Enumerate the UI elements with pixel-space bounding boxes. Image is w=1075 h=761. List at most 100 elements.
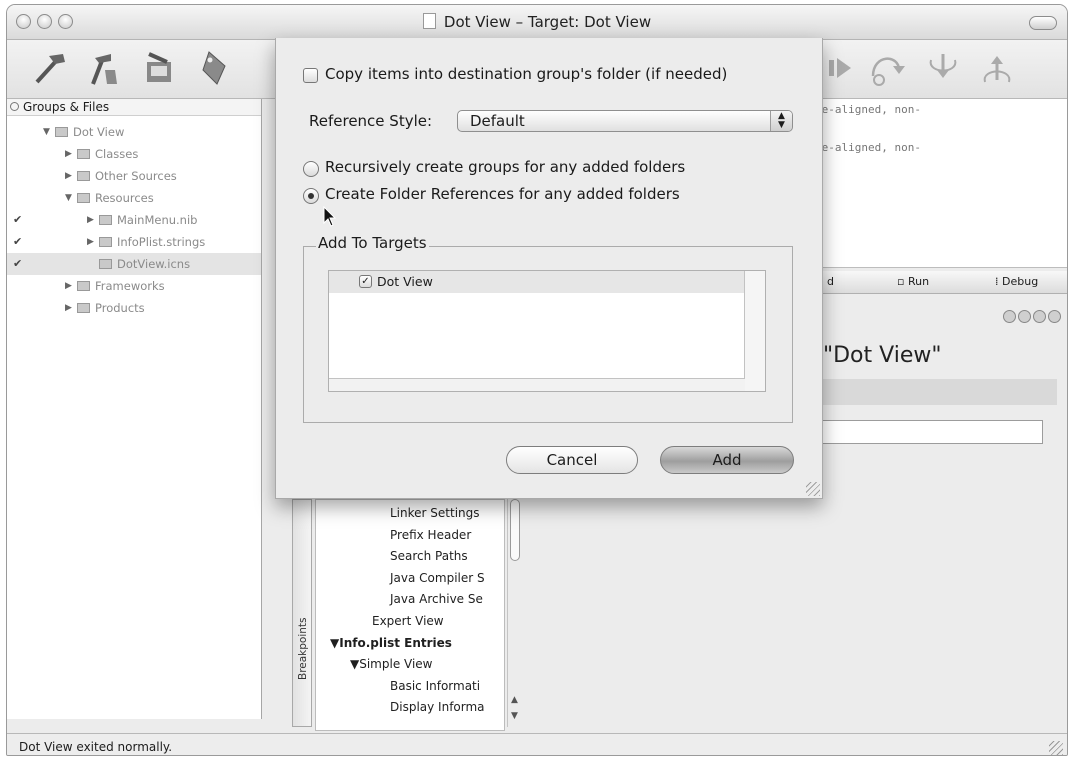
cancel-button[interactable]: Cancel — [506, 446, 638, 474]
settings-list-item[interactable]: Java Compiler S — [390, 571, 485, 585]
folder-icon — [77, 149, 90, 159]
step-over-icon[interactable] — [865, 48, 909, 88]
target-heading: "Dot View" — [823, 343, 942, 368]
add-button[interactable]: Add — [660, 446, 794, 474]
status-dot-icon[interactable] — [1003, 310, 1016, 323]
continue-icon[interactable] — [823, 48, 867, 88]
tab-debug[interactable]: ⁞ Debug — [995, 275, 1038, 288]
settings-scrollbar[interactable]: ▲ ▼ — [507, 499, 522, 727]
settings-list[interactable]: Linker Settings Prefix Header Search Paths… — [315, 499, 505, 731]
setting-value-field[interactable] — [821, 420, 1043, 444]
breakpoints-tab-label: Breakpoints — [297, 617, 309, 680]
settings-list-item[interactable]: Expert View — [372, 614, 444, 628]
folder-icon — [77, 303, 90, 313]
build-hammer-icon[interactable] — [29, 48, 73, 88]
groups-item[interactable]: ▶ Classes — [7, 143, 261, 165]
groups-item-label: Other Sources — [95, 169, 177, 183]
settings-list-item[interactable]: ▼Info.plist Entries — [330, 636, 452, 650]
disclosure-closed-icon[interactable]: ▶ — [65, 275, 72, 297]
target-checkbox[interactable]: ✓ — [359, 275, 372, 288]
settings-list-item[interactable]: Display Informa — [390, 700, 485, 714]
scroll-down-arrow-icon[interactable]: ▼ — [511, 711, 518, 721]
groups-item[interactable]: ▼ Dot View — [7, 121, 261, 143]
targets-vertical-scrollbar[interactable] — [744, 271, 765, 391]
scrollbar-thumb[interactable] — [510, 499, 520, 561]
groups-item[interactable]: ▶ Other Sources — [7, 165, 261, 187]
reference-style-value: Default — [470, 112, 525, 130]
tag-icon[interactable] — [195, 48, 239, 88]
code-editor[interactable]: ge-aligned, non- ge-aligned, non- — [807, 99, 1067, 268]
copy-items-checkbox[interactable] — [303, 68, 318, 83]
groups-item-label: Dot View — [73, 125, 125, 139]
reference-style-popup[interactable]: Default ▲ ▼ — [457, 110, 793, 132]
targets-list[interactable]: ✓ Dot View — [328, 270, 766, 392]
groups-item-label: Classes — [95, 147, 139, 161]
status-text: Dot View exited normally. — [19, 740, 173, 754]
target-icon — [10, 102, 19, 111]
step-into-icon[interactable] — [921, 48, 965, 88]
clean-broom-hammer-icon[interactable] — [81, 48, 125, 88]
groups-item[interactable]: ✔ DotView.icns — [7, 253, 261, 275]
disclosure-closed-icon[interactable]: ▶ — [65, 297, 72, 319]
add-to-targets-label: Add To Targets — [316, 234, 429, 252]
add-files-sheet: Copy items into destination group's fold… — [275, 38, 823, 499]
code-line: ge-aligned, non- — [815, 103, 921, 116]
groups-item[interactable]: ✔ ▶ MainMenu.nib — [7, 209, 261, 231]
copy-items-label: Copy items into destination group's fold… — [325, 65, 728, 83]
scroll-up-arrow-icon[interactable]: ▲ — [511, 695, 518, 705]
disclosure-open-icon[interactable]: ▼ — [65, 187, 72, 209]
groups-item[interactable]: ✔ ▶ InfoPlist.strings — [7, 231, 261, 253]
resize-grip-icon[interactable] — [1049, 741, 1063, 755]
folder-references-label: Create Folder References for any added f… — [325, 185, 680, 203]
checkmark-icon[interactable]: ✔ — [13, 253, 22, 275]
checkmark-icon[interactable]: ✔ — [13, 231, 22, 253]
file-icon — [99, 259, 112, 269]
status-dot-icon[interactable] — [1033, 310, 1046, 323]
settings-list-item[interactable]: ▼Simple View — [350, 657, 433, 671]
title-bar[interactable]: Dot View – Target: Dot View — [7, 5, 1067, 40]
groups-item-label: MainMenu.nib — [117, 213, 198, 227]
folder-icon — [77, 171, 90, 181]
settings-list-item[interactable]: Linker Settings — [390, 506, 480, 520]
groups-item[interactable]: ▶ Frameworks — [7, 275, 261, 297]
tab-run[interactable]: ▫ Run — [897, 275, 929, 288]
toolbar-toggle-button[interactable] — [1029, 16, 1057, 30]
groups-header[interactable]: Groups & Files — [7, 99, 261, 116]
target-name: Dot View — [377, 274, 433, 289]
groups-and-files-pane: Groups & Files ▼ Dot View ▶ Classes ▶ Other S… — [7, 99, 262, 719]
build-and-run-icon[interactable] — [137, 48, 181, 88]
disclosure-closed-icon[interactable]: ▶ — [65, 143, 72, 165]
code-line: ge-aligned, non- — [815, 141, 921, 154]
breakpoints-side-tab[interactable] — [292, 499, 312, 727]
target-row[interactable]: ✓ Dot View — [329, 271, 745, 293]
file-icon — [99, 215, 112, 225]
window-title: Dot View – Target: Dot View — [7, 13, 1067, 31]
groups-item[interactable]: ▶ Products — [7, 297, 261, 319]
settings-list-item[interactable]: Basic Informati — [390, 679, 480, 693]
targets-horizontal-scrollbar[interactable] — [329, 378, 745, 391]
disclosure-closed-icon[interactable]: ▶ — [65, 165, 72, 187]
checkmark-icon[interactable]: ✔ — [13, 209, 22, 231]
disclosure-open-icon[interactable]: ▼ — [43, 121, 50, 143]
recursive-groups-label: Recursively create groups for any added … — [325, 158, 686, 176]
groups-item-label: DotView.icns — [117, 257, 191, 271]
groups-item[interactable]: ▼ Resources — [7, 187, 261, 209]
settings-list-item[interactable]: Search Paths — [390, 549, 468, 563]
folder-references-radio[interactable] — [303, 188, 319, 204]
recursive-groups-radio[interactable] — [303, 161, 319, 177]
settings-list-item[interactable]: Java Archive Se — [390, 592, 483, 606]
sheet-resize-grip-icon[interactable] — [806, 482, 820, 496]
settings-list-item[interactable]: Prefix Header — [390, 528, 471, 542]
folder-icon — [77, 193, 90, 203]
document-proxy-icon[interactable] — [422, 13, 436, 29]
disclosure-closed-icon[interactable]: ▶ — [87, 231, 94, 253]
groups-item-label: Resources — [95, 191, 154, 205]
status-dot-icon[interactable] — [1018, 310, 1031, 323]
status-dot-icon[interactable] — [1048, 310, 1061, 323]
project-icon — [55, 127, 68, 137]
build-tabs: d ▫ Run ⁞ Debug — [807, 271, 1067, 294]
disclosure-closed-icon[interactable]: ▶ — [87, 209, 94, 231]
status-bar: Dot View exited normally. — [7, 733, 1067, 755]
tab-build[interactable]: d — [827, 275, 834, 288]
step-out-icon[interactable] — [975, 48, 1019, 88]
